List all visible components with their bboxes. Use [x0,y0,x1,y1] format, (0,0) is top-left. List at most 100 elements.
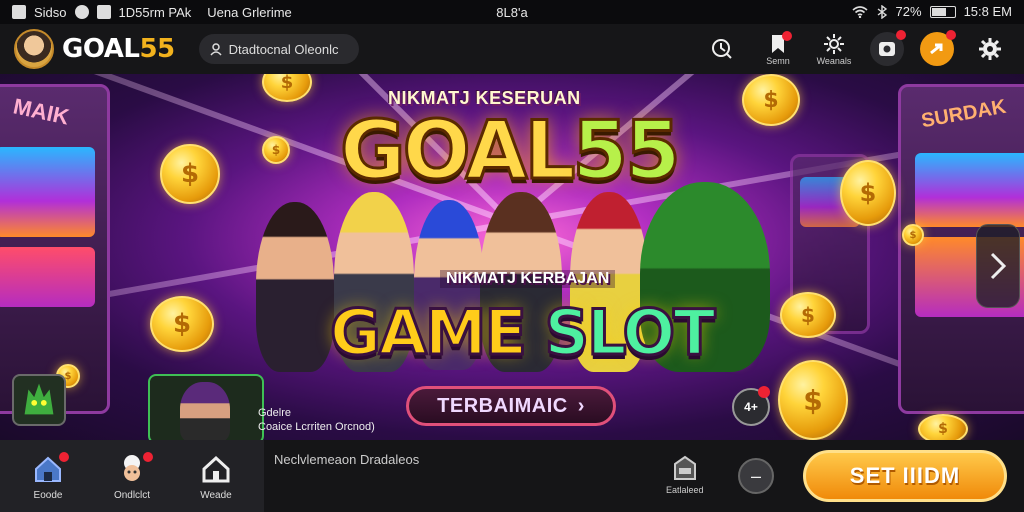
timer-button[interactable] [702,27,742,71]
left-cabinet-screen [0,147,95,237]
notification-dot [946,30,956,40]
brand-logo[interactable]: GOAL55 [62,34,175,64]
camera-button[interactable] [870,30,906,66]
gold-coin [262,74,312,102]
player-count-button[interactable]: 4+ [732,386,770,426]
game-thumbnail-small[interactable] [12,374,66,426]
settings-icon [979,38,1001,60]
user-icon [210,43,222,56]
shop-icon [673,455,696,480]
brand-main: GOAL [62,34,140,64]
news-ticker: Neclvlemeaon Dradaleos [274,452,420,467]
status-center: 8L8'a [496,5,528,20]
search-text: Dtadtocnal Oleonlc [228,41,339,57]
bottom-nav: Eoode Ondlclct Weade [0,440,264,512]
left-cabinet-screen-2 [0,247,95,307]
nav-chef-label: Ondlclct [113,489,151,501]
cta-label: TERBAIMAIC [437,394,568,417]
timer-icon [712,39,732,59]
gold-coin [262,136,290,164]
app-notification-icon [12,5,26,19]
gold-coin [902,224,924,246]
top-header: GOAL55 Dtadtocnal Oleonlc Semn Weanals [0,24,1024,74]
banner-logo-main: GOAL [338,103,576,199]
right-cabinet-screen [915,153,1024,227]
gear-label: Weanals [816,56,852,66]
notification-dot [896,30,906,40]
brand-number: 55 [139,34,175,64]
status-carrier: Uena Grlerime [207,4,292,20]
bookmark-button[interactable]: Semn [758,27,798,71]
status-bar: Sidso 1D55rm PAk Uena Grlerime 8L8'a 72%… [0,0,1024,24]
banner-logo-number: 55 [571,103,682,199]
collapse-button[interactable]: – [738,458,774,494]
bookmark-label: Semn [766,56,790,66]
game-slot-title: GAME SLOT [329,295,717,371]
notification-dot [59,451,69,462]
game-word: GAME [329,295,529,371]
nav-house-label: Weade [200,489,232,501]
battery-percent: 72% [895,4,922,19]
status-time-text: 1D55rm PAk [118,4,192,20]
monster-icon [24,383,54,415]
wifi-icon [852,5,868,18]
nav-home-label: Eoode [33,489,63,501]
gold-coin [918,414,968,440]
bluetooth-icon [877,4,887,19]
notification-dot [782,31,792,41]
cast-icon [96,5,111,19]
banner-logo: GOAL55 [338,103,682,199]
left-cabinet-sign: MAIK [11,93,72,130]
banner-next-button[interactable] [976,224,1020,308]
primary-action-button[interactable]: SET IIIDM [803,450,1007,502]
minus-icon: – [750,465,761,486]
gear-button[interactable]: Weanals [814,27,854,71]
gold-coin [742,74,800,126]
gold-coin [778,360,848,440]
avatar[interactable] [14,29,54,69]
gold-coin [780,292,836,338]
status-clock: 15:8 EM [963,4,1012,19]
settings-button[interactable] [970,27,1010,71]
search-bar[interactable]: Dtadtocnal Oleonlc [198,34,359,64]
gold-coin [160,144,220,204]
thumbnail-character [180,382,230,440]
chevron-right-icon: › [577,394,585,417]
shop-button[interactable]: Eatlaleed [666,454,704,495]
status-left: Sidso 1D55rm PAk Uena Grlerime [12,5,292,20]
battery-icon [929,5,956,18]
primary-action-label: SET IIIDM [849,463,961,488]
bottom-bar: Eoode Ondlclct Weade Neclvlemeaon Dradal… [0,440,1024,512]
arrow-button[interactable] [920,30,956,66]
gold-coin [840,160,896,226]
thumbnail-caption: Gdelre Coaice Lcrriten Orcnod) [258,406,375,434]
thumbnail-title: Gdelre [258,407,292,419]
gear-icon [824,34,844,54]
app-root: Sidso 1D55rm PAk Uena Grlerime 8L8'a 72%… [0,0,1024,512]
left-arcade-cabinet: MAIK [0,84,110,414]
nav-home[interactable]: Eoode [13,451,83,501]
nav-chef[interactable]: Ondlclct [97,451,167,501]
chevron-right-icon [990,252,1007,280]
player-count-label: 4+ [744,400,758,414]
thumbnail-subtitle: Coaice Lcrriten Orcnod) [258,421,375,433]
notification-dot [758,386,770,398]
house-icon [202,455,230,482]
character-woman [256,202,334,372]
notification-dot [143,451,153,462]
gold-coin [150,296,214,352]
arrow-icon [930,43,943,55]
camera-icon [879,42,895,56]
alert-icon [74,5,89,19]
promo-banner[interactable]: MAIK SURDAK NIKMATJ KE [0,74,1024,440]
status-right: 72% 15:8 EM [852,4,1012,19]
shop-label: Eatlaleed [666,485,704,495]
banner-cta-button[interactable]: TERBAIMAIC › [406,386,616,426]
slot-word: SLOT [543,295,717,371]
status-text: Sidso [34,4,67,20]
tagline-mid: NIKMATJ KERBAJAN [440,270,616,288]
game-thumbnail[interactable] [148,374,264,440]
header-actions: Semn Weanals [702,24,1010,74]
nav-house[interactable]: Weade [181,452,251,501]
right-cabinet-sign: SURDAK [919,95,1008,133]
